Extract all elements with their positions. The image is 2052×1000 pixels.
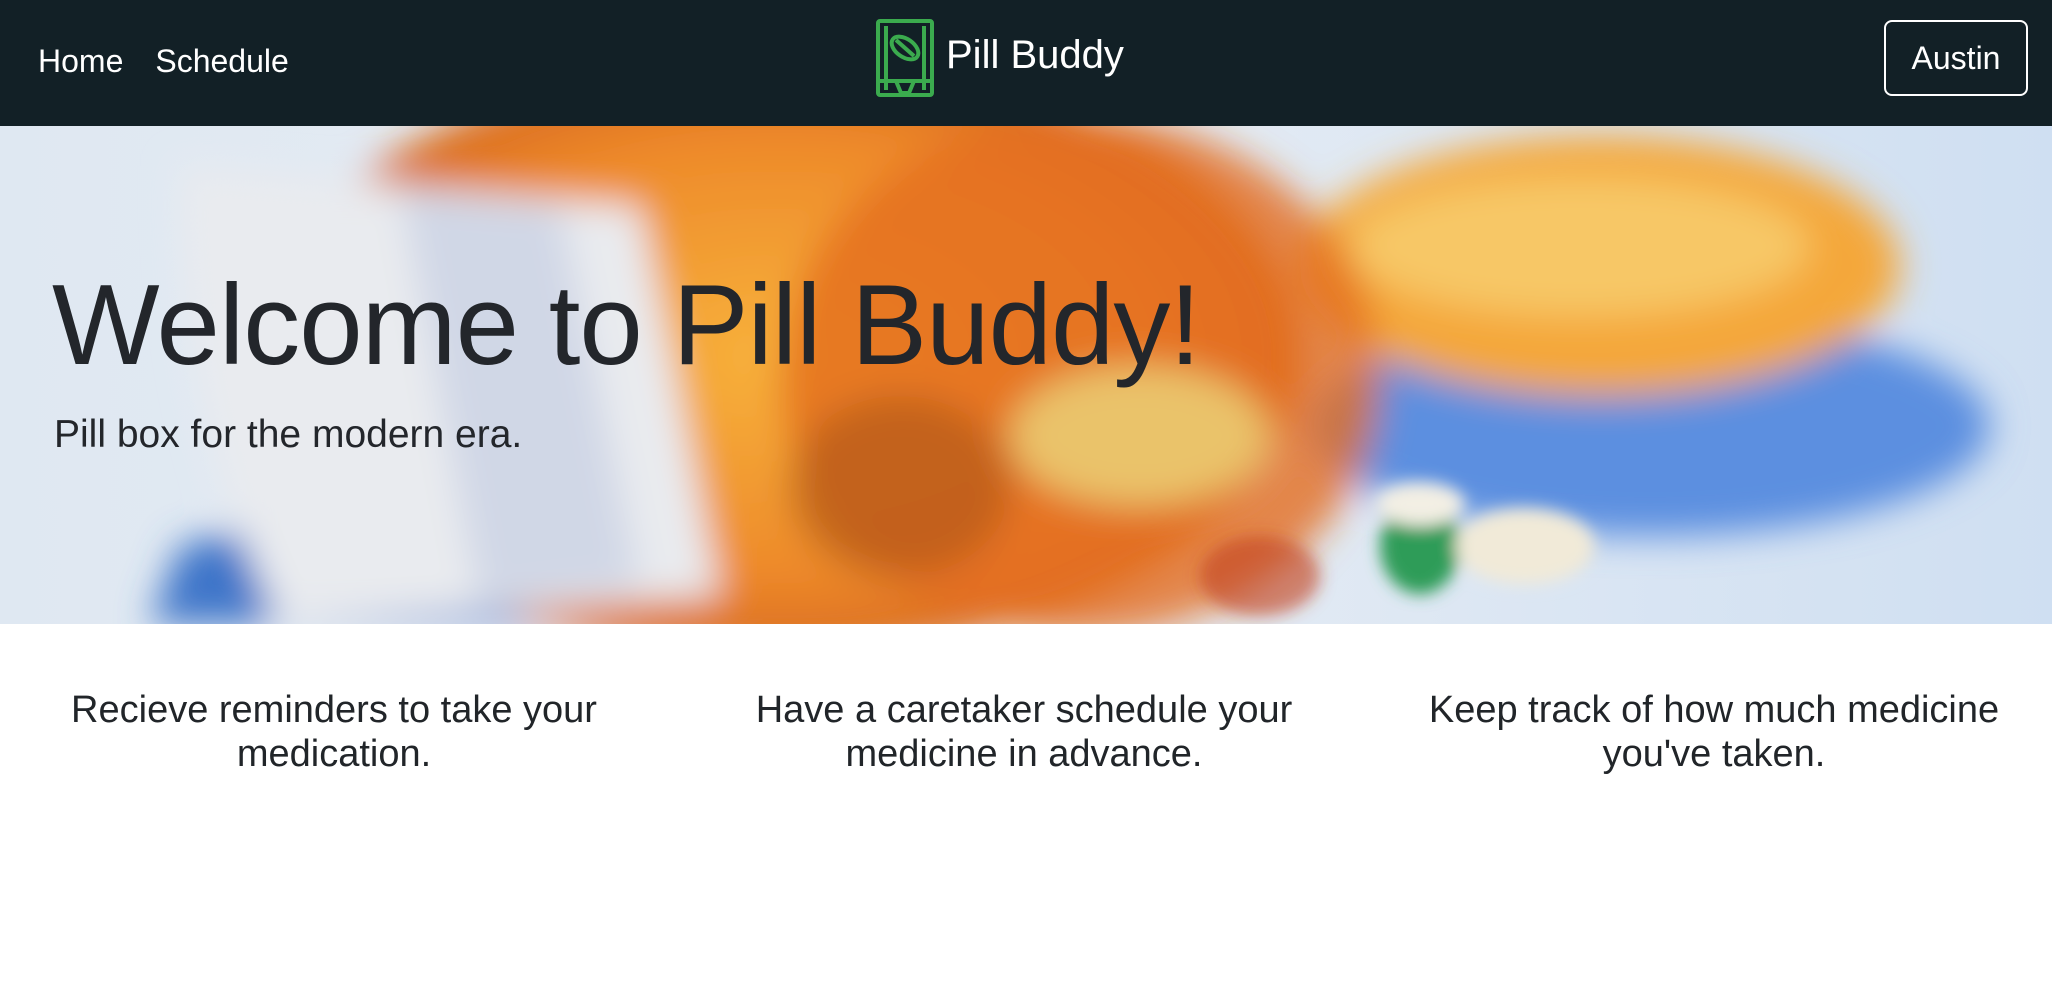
features-section: Recieve reminders to take your medicatio… — [0, 624, 2052, 1000]
nav-home-link[interactable]: Home — [38, 40, 123, 82]
nav-schedule-link[interactable]: Schedule — [155, 40, 288, 82]
nav-links: Home Schedule — [38, 40, 289, 82]
feature-reminders: Recieve reminders to take your medicatio… — [71, 689, 597, 775]
feature-tracking: Keep track of how much medicine you've t… — [1428, 689, 2000, 775]
hero-title: Welcome to Pill Buddy! — [52, 262, 1201, 389]
brand-name: Pill Buddy — [946, 33, 1124, 77]
navbar: Home Schedule Pill Buddy Austin — [0, 0, 2052, 126]
pill-box-icon — [876, 19, 934, 97]
user-menu-button[interactable]: Austin — [1884, 20, 2028, 96]
hero-banner: Welcome to Pill Buddy! Pill box for the … — [0, 126, 2052, 624]
hero-subtitle: Pill box for the modern era. — [54, 413, 523, 456]
feature-caretaker-schedule: Have a caretaker schedule your medicine … — [755, 689, 1293, 775]
brand-link[interactable]: Pill Buddy — [874, 18, 1124, 100]
